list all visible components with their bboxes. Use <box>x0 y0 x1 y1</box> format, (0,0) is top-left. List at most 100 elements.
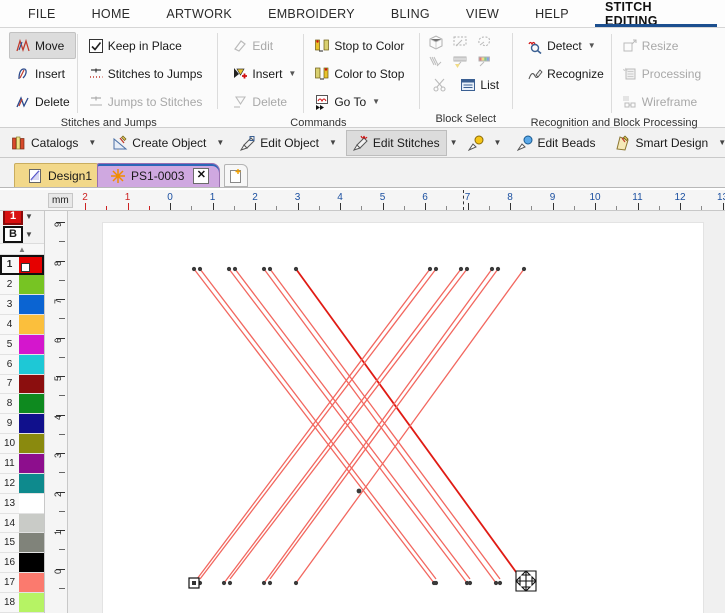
menu-tab-stitch-editing[interactable]: STITCH EDITING <box>587 0 725 28</box>
ribbon-item-insert[interactable]: Insert ▼ <box>226 60 302 87</box>
palette-swatch-row[interactable]: 5 <box>0 334 44 355</box>
stitch-node[interactable] <box>521 266 527 272</box>
palette-swatch-row[interactable]: 3 <box>0 295 44 315</box>
stitch-node[interactable] <box>267 580 273 586</box>
palette-swatch-row[interactable]: 12 <box>0 473 44 494</box>
chevron-down-icon[interactable]: ▼ <box>588 41 596 50</box>
ribbon-item-insert[interactable]: Insert <box>9 60 76 87</box>
stitch-drawing[interactable] <box>103 223 703 613</box>
scroll-up-icon[interactable]: ▲ <box>0 242 44 256</box>
chevron-down-icon[interactable]: ▼ <box>715 138 725 147</box>
stitch-line[interactable] <box>229 268 468 580</box>
palette-swatch-color[interactable] <box>19 553 44 573</box>
chevron-down-icon[interactable]: ▼ <box>213 138 227 147</box>
stitch-start-marker[interactable] <box>188 577 200 589</box>
palette-swatch-row[interactable]: 16 <box>0 553 44 574</box>
stitch-node[interactable] <box>356 488 362 494</box>
chevron-down-icon[interactable]: ▼ <box>491 138 505 147</box>
stitch-node[interactable] <box>467 580 473 586</box>
palette-swatch-color[interactable] <box>19 275 44 295</box>
menu-tab-bling[interactable]: BLING <box>373 0 448 27</box>
palette-swatch-color[interactable] <box>19 513 44 533</box>
close-icon[interactable]: ✕ <box>193 167 210 184</box>
palette-swatch-row[interactable]: 7 <box>0 374 44 395</box>
toolbar-button-edit-stitches[interactable]: Edit Stitches <box>345 129 447 156</box>
stitch-line[interactable] <box>223 268 462 584</box>
palette-swatch-row[interactable]: 1 <box>0 255 44 276</box>
palette-swatch-color[interactable] <box>19 593 44 612</box>
palette-swatch-color[interactable] <box>19 334 44 354</box>
chevron-down-icon[interactable]: ▼ <box>447 138 461 147</box>
palette-swatch-color[interactable] <box>19 314 44 334</box>
letter-box[interactable]: B <box>3 225 23 243</box>
palette-swatch-row[interactable]: 14 <box>0 513 44 534</box>
stitch-node[interactable] <box>267 266 273 272</box>
menu-tab-home[interactable]: HOME <box>74 0 149 27</box>
ribbon-item-go-to[interactable]: Go To ▼ <box>308 88 410 115</box>
menu-tab-help[interactable]: HELP <box>517 0 587 27</box>
palette-swatch-row[interactable]: 15 <box>0 533 44 554</box>
toolbar-button-create-object[interactable]: Create Object <box>105 130 213 156</box>
palette-swatch-color[interactable] <box>19 394 44 414</box>
menu-tab-artwork[interactable]: ARTWORK <box>148 0 250 27</box>
palette-swatch-row[interactable]: 17 <box>0 573 44 594</box>
toolbar-button-smart-design[interactable]: Smart Design <box>608 130 715 156</box>
document-tab-design1[interactable]: Design1 <box>14 163 104 187</box>
stitch-node[interactable] <box>497 580 503 586</box>
palette-swatch-color[interactable] <box>19 434 44 453</box>
palette-swatch-color[interactable] <box>19 454 44 473</box>
palette-swatch-row[interactable]: 18 <box>0 593 44 613</box>
stitch-node[interactable] <box>226 266 232 272</box>
chevron-down-icon[interactable]: ▼ <box>288 69 296 78</box>
palette-swatch-color[interactable] <box>19 255 44 275</box>
toolbar-button-edit-beads[interactable]: Edit Beads <box>510 130 602 156</box>
palette-swatch-row[interactable]: 4 <box>0 314 44 335</box>
stitch-node[interactable] <box>221 580 227 586</box>
ribbon-item-stop-to-color[interactable]: Stop to Color <box>308 32 410 59</box>
stitch-node[interactable] <box>261 580 267 586</box>
ribbon-item-detect[interactable]: Detect ▼ <box>521 32 610 59</box>
ribbon-item-delete[interactable]: Delete <box>9 88 76 115</box>
ribbon-item-recognize[interactable]: Recognize <box>521 60 610 87</box>
stitch-node[interactable] <box>495 266 501 272</box>
stitch-node[interactable] <box>493 580 499 586</box>
stitch-node[interactable] <box>458 266 464 272</box>
stitch-node[interactable] <box>191 266 197 272</box>
stitch-node[interactable] <box>433 580 439 586</box>
palette-swatch-row[interactable]: 11 <box>0 454 44 474</box>
stitch-node[interactable] <box>293 580 299 586</box>
palette-swatch-color[interactable] <box>19 414 44 434</box>
menu-tab-view[interactable]: VIEW <box>448 0 517 27</box>
chevron-down-icon[interactable]: ▼ <box>85 138 99 147</box>
ribbon-item-color-to-stop[interactable]: Color to Stop <box>308 60 410 87</box>
stitch-node[interactable] <box>489 266 495 272</box>
palette-swatch-color[interactable] <box>19 533 44 553</box>
stitch-node[interactable] <box>261 266 267 272</box>
ribbon-item-stitches-to-jumps[interactable]: Stitches to Jumps <box>82 60 209 87</box>
palette-swatch-row[interactable]: 8 <box>0 394 44 415</box>
menu-tab-file[interactable]: FILE <box>10 0 74 27</box>
palette-swatch-row[interactable]: 9 <box>0 414 44 435</box>
palette-swatch-color[interactable] <box>19 473 44 493</box>
chevron-down-icon[interactable]: ▼ <box>25 212 33 221</box>
palette-swatch-row[interactable]: 10 <box>0 434 44 454</box>
toolbar-button-catalogs[interactable]: Catalogs <box>4 130 85 156</box>
design-canvas[interactable] <box>68 190 725 613</box>
chevron-down-icon[interactable]: ▼ <box>326 138 340 147</box>
design-sheet[interactable] <box>102 222 704 613</box>
stitch-node[interactable] <box>464 266 470 272</box>
stitch-line[interactable] <box>234 268 471 580</box>
ribbon-item-move[interactable]: Move <box>9 32 76 59</box>
toolbar-button-magic-wand-yellow-icon[interactable] <box>461 130 491 156</box>
palette-swatch-color[interactable] <box>19 295 44 314</box>
ribbon-item-list[interactable]: List <box>456 74 503 96</box>
ribbon-item-keep-in-place[interactable]: Keep in Place <box>82 32 209 59</box>
stitch-node[interactable] <box>427 266 433 272</box>
palette-swatch-row[interactable]: 2 <box>0 275 44 296</box>
palette-swatch-color[interactable] <box>19 573 44 593</box>
stitch-node[interactable] <box>293 266 299 272</box>
stitch-node[interactable] <box>227 580 233 586</box>
palette-swatch-row[interactable]: 6 <box>0 354 44 375</box>
palette-swatch-color[interactable] <box>19 493 44 513</box>
stitch-node[interactable] <box>433 266 439 272</box>
